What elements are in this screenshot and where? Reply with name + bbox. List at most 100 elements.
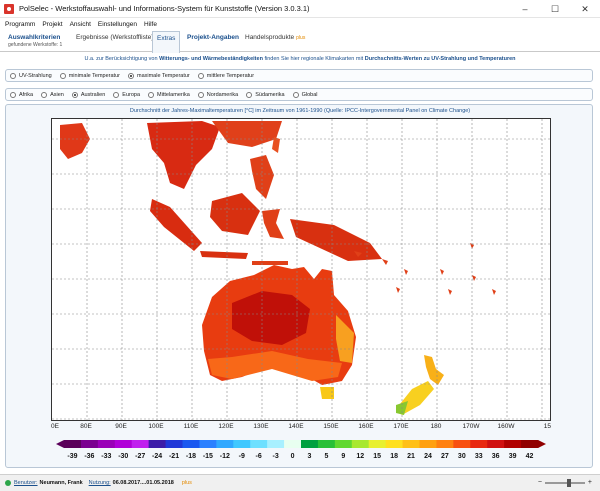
colorbar: -39 -36 -33 -30 -27 -24 -21 -18 -15 -12 -9 -6 -3 0 3 5 9… <box>56 440 546 460</box>
menu-ansicht[interactable]: Ansicht <box>70 21 91 28</box>
menu-einstellungen[interactable]: Einstellungen <box>98 21 137 28</box>
tab-handelsprodukte[interactable]: Handelsprodukte plus <box>241 31 309 52</box>
app-icon <box>4 3 14 14</box>
colorbar-segment <box>182 440 200 448</box>
menu-projekt[interactable]: Projekt <box>42 21 62 28</box>
colorbar-segment <box>470 440 488 448</box>
radio-australien[interactable]: Australien <box>71 91 105 98</box>
info-mid: finden Sie hier regionale Klimakarten mi… <box>262 56 365 62</box>
radio-global[interactable]: Global <box>292 91 318 98</box>
colorbar-label: 36 <box>492 453 500 460</box>
tab-ergebnisse-label: Ergebnisse (Werkstoffliste) <box>76 34 154 41</box>
radio-mean-temp[interactable]: mittlere Temperatur <box>197 72 254 79</box>
radio-label: Mittelamerika <box>157 91 190 98</box>
radio-suedamerika[interactable]: Südamerika <box>246 91 285 98</box>
colorbar-segment <box>250 440 268 448</box>
colorbar-segment <box>402 440 420 448</box>
landmass-java <box>200 251 248 259</box>
radio-max-temp[interactable]: maximale Temperatur <box>127 72 190 79</box>
user-label[interactable]: Benutzer: <box>14 480 38 486</box>
region-radio-group: Afrika Asien Australien Europa Mittelame… <box>5 88 593 101</box>
info-prefix: U.a. zur Berücksichtigung von <box>84 56 160 62</box>
colorbar-label: -30 <box>118 453 128 460</box>
radio-dot[interactable] <box>148 91 155 98</box>
radio-dot[interactable] <box>41 91 48 98</box>
longitude-label: 140E <box>288 423 304 430</box>
info-bold-averages: Durchschnitts-Werten zu UV-Strahlung und… <box>364 56 516 62</box>
radio-label: Asien <box>50 91 64 98</box>
radio-asien[interactable]: Asien <box>41 91 64 98</box>
minimize-button[interactable]: – <box>510 0 540 18</box>
radio-mittelamerika[interactable]: Mittelamerika <box>148 91 190 98</box>
colorbar-label: -27 <box>135 453 145 460</box>
colorbar-label: 30 <box>458 453 466 460</box>
landmass-new-guinea <box>290 219 382 261</box>
radio-min-temp[interactable]: minimale Temperatur <box>59 72 120 79</box>
colorbar-label: 9 <box>341 453 345 460</box>
radio-dot[interactable] <box>197 72 204 79</box>
radio-europa[interactable]: Europa <box>113 91 140 98</box>
usage-period: 06.08.2017....01.05.2018 <box>112 480 174 486</box>
longitude-label: 130E <box>253 423 269 430</box>
status-ok-icon <box>5 480 11 486</box>
radio-dot[interactable] <box>59 72 66 79</box>
zoom-slider-thumb[interactable] <box>566 478 571 487</box>
climate-map-panel: Durchschnitt der Jahres-Maximaltemperatu… <box>5 104 593 468</box>
user-name: Neumann, Frank <box>39 480 83 486</box>
radio-label: maximale Temperatur <box>136 72 190 79</box>
window-title: PolSelec - Werkstoffauswahl- und Informa… <box>19 4 310 13</box>
longitude-label: 120E <box>218 423 234 430</box>
zoom-slider[interactable] <box>544 478 585 487</box>
menu-bar: Programm Projekt Ansicht Einstellungen H… <box>0 18 600 30</box>
radio-dot[interactable] <box>197 91 204 98</box>
map-svg <box>52 119 550 420</box>
tab-handelsprodukte-label: Handelsprodukte <box>245 34 295 41</box>
tab-projekt-angaben[interactable]: Projekt-Angaben <box>183 31 243 52</box>
window-controls: – ☐ ✕ <box>510 0 600 18</box>
longitude-label: 0E <box>51 423 59 430</box>
main-tabs: Auswahlkriterien gefundene Werkstoffe: 1… <box>0 31 600 53</box>
status-bar: Benutzer: Neumann, Frank Nutzung: 06.08.… <box>0 474 600 491</box>
radio-dot[interactable] <box>10 72 16 79</box>
colorbar-label: 5 <box>324 453 328 460</box>
zoom-in-button[interactable]: + <box>588 479 592 486</box>
maximize-button[interactable]: ☐ <box>540 0 570 18</box>
colorbar-label: 15 <box>373 453 381 460</box>
longitude-label: 100E <box>148 423 164 430</box>
colorbar-label: -39 <box>67 453 77 460</box>
menu-hilfe[interactable]: Hilfe <box>144 21 157 28</box>
tab-extras[interactable]: Extras <box>152 31 181 53</box>
zoom-out-button[interactable]: − <box>538 479 542 486</box>
close-button[interactable]: ✕ <box>570 0 600 18</box>
radio-label: Nordamerika <box>206 91 239 98</box>
info-text: U.a. zur Berücksichtigung von Witterungs… <box>0 56 600 62</box>
colorbar-segment <box>453 440 471 448</box>
usage-label[interactable]: Nutzung: <box>89 480 111 486</box>
colorbar-label: -6 <box>256 453 262 460</box>
tab-ergebnisse[interactable]: Ergebnisse (Werkstoffliste) <box>72 31 157 52</box>
colorbar-segment <box>267 440 285 448</box>
radio-dot[interactable] <box>10 91 16 98</box>
longitude-label: 160E <box>358 423 374 430</box>
tab-auswahlkriterien[interactable]: Auswahlkriterien gefundene Werkstoffe: 1 <box>4 31 66 52</box>
colorbar-segment <box>436 440 454 448</box>
colorbar-segment <box>284 440 302 448</box>
radio-afrika[interactable]: Afrika <box>10 91 33 98</box>
radio-uv[interactable]: UV-Strahlung <box>10 72 52 79</box>
colorbar-segment <box>216 440 234 448</box>
colorbar-segment <box>233 440 251 448</box>
radio-nordamerika[interactable]: Nordamerika <box>197 91 239 98</box>
colorbar-label: 27 <box>441 453 449 460</box>
radio-dot[interactable] <box>113 91 120 98</box>
radio-dot-selected[interactable] <box>71 91 78 98</box>
longitude-label: 80E <box>80 423 92 430</box>
found-materials-count: gefundene Werkstoffe: 1 <box>8 42 63 48</box>
radio-dot[interactable] <box>246 91 253 98</box>
radio-dot[interactable] <box>292 91 299 98</box>
colorbar-segment <box>504 440 522 448</box>
radio-dot-selected[interactable] <box>127 72 134 79</box>
colorbar-segment <box>301 440 319 448</box>
menu-programm[interactable]: Programm <box>5 21 35 28</box>
colorbar-segment <box>165 440 183 448</box>
landmass-sumatra <box>150 199 202 251</box>
